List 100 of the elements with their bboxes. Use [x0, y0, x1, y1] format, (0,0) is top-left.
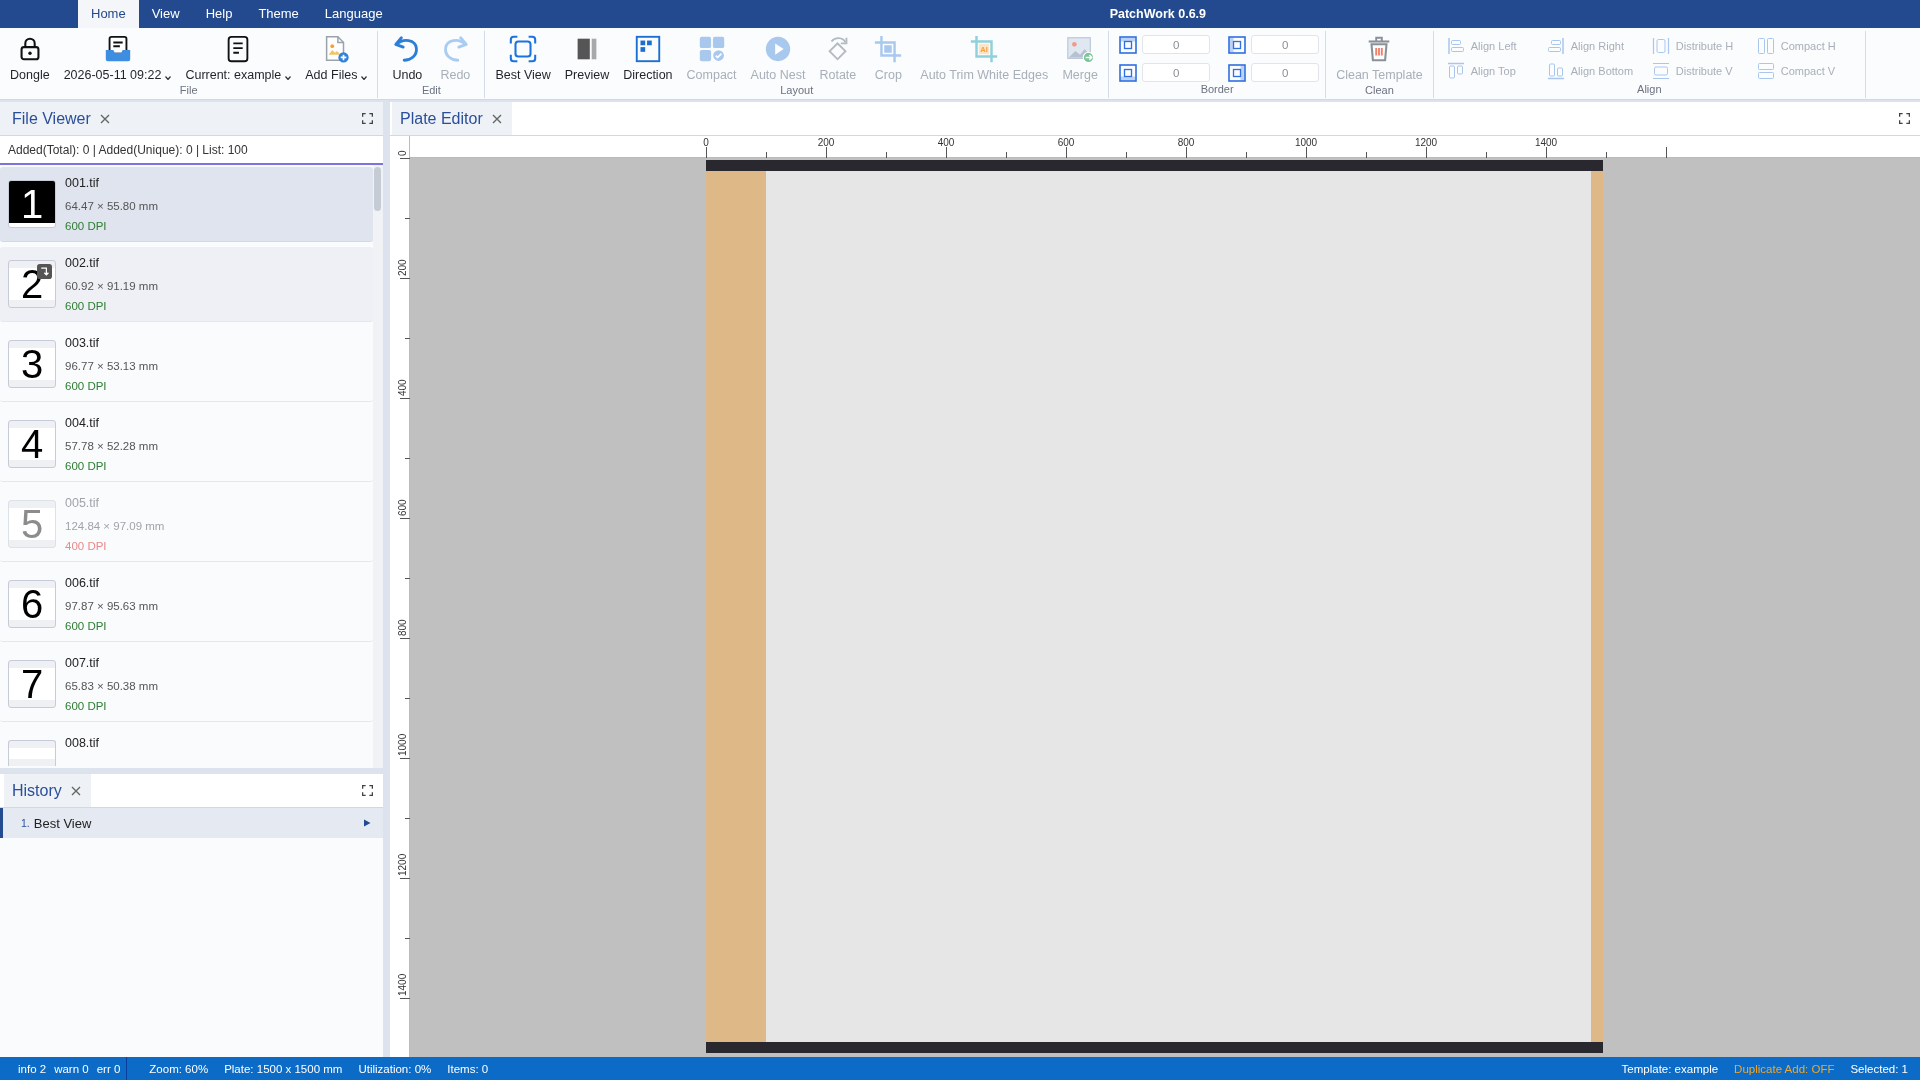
- history-label: Best View: [33, 815, 92, 831]
- file-name: 008.tif: [65, 735, 100, 752]
- group-label: File: [179, 83, 198, 98]
- thumbnail-digit: 6: [20, 584, 44, 624]
- file-size: 124.84 × 97.09 mm: [65, 519, 165, 534]
- close-icon[interactable]: [491, 113, 502, 124]
- ruler-label: 0: [397, 150, 408, 156]
- thumbnail-digit: 3: [20, 344, 44, 384]
- status-text: Zoom: 60%: [149, 1062, 209, 1075]
- dongle-button[interactable]: Dongle: [10, 31, 50, 83]
- status-text: Utilization: 0%: [358, 1062, 432, 1075]
- ruler-label: 800: [1177, 136, 1195, 148]
- log-count[interactable]: err 0: [96, 1062, 121, 1075]
- file-name: 002.tif: [65, 255, 101, 272]
- group-label: Edit: [421, 83, 441, 98]
- ruler-label: 1200: [397, 853, 408, 876]
- file-name: 006.tif: [65, 575, 101, 592]
- align-top-icon: [1446, 62, 1465, 80]
- history-item[interactable]: 1. Best View: [0, 808, 383, 838]
- thumbnail-digit: 1: [20, 184, 44, 224]
- status-text: Selected: 1: [1850, 1062, 1908, 1075]
- group-label: Layout: [780, 83, 814, 98]
- close-icon[interactable]: [70, 785, 81, 796]
- status-text: Items: 0: [447, 1062, 489, 1075]
- log-count[interactable]: warn 0: [54, 1062, 89, 1075]
- file-name: 001.tif: [65, 175, 101, 192]
- thumbnail-digit: 7: [20, 664, 44, 704]
- file-size: 96.77 × 53.13 mm: [65, 359, 159, 374]
- ruler-label: 1000: [397, 733, 408, 756]
- distribute-horizontal-icon: [1651, 37, 1670, 55]
- ruler-label: 1400: [397, 973, 408, 996]
- ruler-label: 600: [1057, 136, 1075, 148]
- scrollbar-thumb[interactable]: [374, 167, 381, 211]
- border-field[interactable]: 0: [1251, 35, 1320, 54]
- border-field[interactable]: 0: [1142, 35, 1211, 54]
- border-field[interactable]: 0: [1142, 63, 1211, 82]
- file-name: 005.tif: [65, 495, 101, 512]
- ruler-label: 800: [397, 619, 408, 636]
- date-button[interactable]: 2026-05-11 09:22: [63, 31, 172, 83]
- file-name: 007.tif: [65, 655, 101, 672]
- ruler-label: 600: [397, 499, 408, 516]
- file-name: 004.tif: [65, 415, 101, 432]
- menu-tab[interactable]: Theme: [245, 0, 312, 28]
- status-text: Template: example: [1621, 1062, 1719, 1075]
- ruler-label: 400: [397, 379, 408, 396]
- group-label: Align: [1637, 82, 1662, 97]
- ruler-label: 200: [817, 136, 835, 148]
- file-size: 65.83 × 50.38 mm: [65, 679, 159, 694]
- panel-tab[interactable]: History: [4, 774, 91, 807]
- status-text: Plate: 1500 x 1500 mm: [224, 1062, 343, 1075]
- file-size: 97.87 × 95.63 mm: [65, 599, 159, 614]
- distribute-vertical-icon: [1651, 62, 1670, 80]
- ruler-label: 1000: [1294, 136, 1318, 148]
- menu-tab[interactable]: Language: [311, 0, 396, 28]
- add-files-button[interactable]: Add Files: [305, 31, 368, 83]
- stats-text: Added(Total): 0 | Added(Unique): 0 | List: 100: [8, 142, 248, 157]
- file-size: 60.92 × 91.19 mm: [65, 279, 159, 294]
- close-icon[interactable]: [99, 113, 110, 124]
- plate[interactable]: [706, 160, 1603, 1053]
- file-size: 57.78 × 52.28 mm: [65, 439, 159, 454]
- file-dpi: 600 DPI: [65, 619, 108, 634]
- ruler-label: 400: [937, 136, 955, 148]
- border-right-icon: [1228, 63, 1247, 82]
- menu-tab[interactable]: View: [138, 0, 193, 28]
- file-list-item[interactable]: 1 001.tif 64.47 × 55.80 mm 600 DPI: [0, 167, 373, 242]
- file-dpi: 600 DPI: [65, 459, 108, 474]
- border-left-icon: [1228, 35, 1247, 54]
- panel-tab[interactable]: Plate Editor: [392, 102, 512, 135]
- scrollbar-track[interactable]: [373, 165, 383, 768]
- direction-button[interactable]: Direction: [623, 31, 673, 83]
- ruler-label: 0: [703, 136, 709, 148]
- best-view-button[interactable]: Best View: [495, 31, 551, 83]
- preview-button[interactable]: Preview: [564, 31, 610, 83]
- maximize-icon[interactable]: [362, 113, 373, 124]
- menu-tab[interactable]: Help: [192, 0, 246, 28]
- group-label: Clean: [1365, 83, 1394, 98]
- thumbnail-digit: 4: [20, 424, 44, 464]
- border-field[interactable]: 0: [1251, 63, 1320, 82]
- ruler-label: 1400: [1534, 136, 1558, 148]
- thumbnail-digit: 5: [20, 504, 44, 544]
- triangle-icon: [363, 819, 371, 827]
- align-right-icon: [1546, 37, 1565, 55]
- file-name: 003.tif: [65, 335, 101, 352]
- maximize-icon[interactable]: [362, 785, 373, 796]
- play-circle-icon: [763, 34, 793, 64]
- ruler-label: 1200: [1414, 136, 1438, 148]
- align-bottom-icon: [1546, 62, 1565, 80]
- image-merge-icon: [1065, 34, 1096, 64]
- template-button[interactable]: Current: example: [185, 31, 292, 83]
- menu-tab[interactable]: Home: [78, 0, 139, 28]
- crop-icon: [873, 34, 904, 64]
- columns-icon: [1756, 37, 1775, 55]
- file-size: 64.47 × 55.80 mm: [65, 199, 159, 214]
- file-dpi: 600 DPI: [65, 299, 108, 314]
- border-bottom-icon: [1119, 63, 1138, 82]
- log-count[interactable]: info 2: [18, 1062, 47, 1075]
- undo-button[interactable]: Undo: [389, 31, 426, 83]
- file-dpi: 600 DPI: [65, 699, 108, 714]
- ruler-label: 200: [397, 259, 408, 276]
- maximize-icon[interactable]: [1899, 113, 1910, 124]
